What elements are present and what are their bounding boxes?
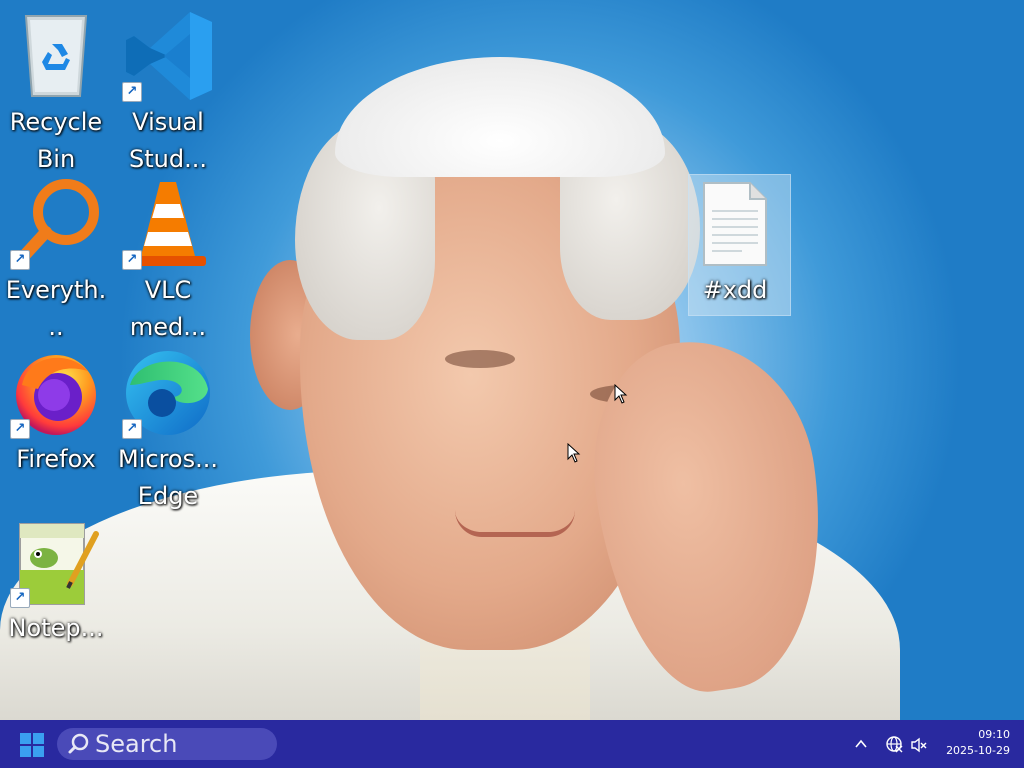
desktop[interactable]: Recycle Bin ↗ Visual Stud... ↗ Everyth..… bbox=[0, 0, 1024, 720]
desktop-icon-label: #xdd bbox=[702, 276, 768, 304]
desktop-icon-microsoft-edge[interactable]: ↗ Micros... Edge bbox=[114, 345, 222, 515]
search-placeholder: Search bbox=[95, 730, 178, 758]
taskbar-clock[interactable]: 09:10 2025-10-29 bbox=[930, 727, 1010, 759]
mouse-cursor-icon bbox=[567, 443, 581, 463]
mouse-cursor-icon bbox=[614, 384, 628, 404]
windows-logo-icon bbox=[20, 733, 31, 744]
everything-search-icon: ↗ bbox=[8, 176, 104, 272]
taskbar-search-box[interactable]: Search bbox=[57, 728, 277, 760]
shortcut-arrow-icon: ↗ bbox=[122, 250, 142, 270]
desktop-icon-recycle-bin[interactable]: Recycle Bin bbox=[2, 8, 110, 178]
vlc-icon: ↗ bbox=[120, 176, 216, 272]
network-icon[interactable] bbox=[885, 735, 903, 753]
recycle-bin-icon bbox=[8, 8, 104, 104]
wallpaper-mouth bbox=[455, 510, 575, 537]
wallpaper-cap bbox=[335, 57, 665, 177]
clock-time: 09:10 bbox=[978, 728, 1010, 741]
start-button[interactable] bbox=[20, 733, 44, 757]
desktop-icon-label: Micros... Edge bbox=[118, 445, 218, 510]
volume-muted-icon[interactable] bbox=[910, 736, 928, 754]
shortcut-arrow-icon: ↗ bbox=[122, 419, 142, 439]
shortcut-arrow-icon: ↗ bbox=[10, 250, 30, 270]
clock-date: 2025-10-29 bbox=[946, 744, 1010, 757]
desktop-icon-vlc[interactable]: ↗ VLC med... bbox=[114, 176, 222, 346]
desktop-icon-xdd-file[interactable]: #xdd bbox=[681, 176, 789, 309]
desktop-icon-label: Recycle Bin bbox=[9, 108, 103, 173]
desktop-icon-label: Everyth... bbox=[5, 276, 107, 341]
desktop-icon-label: VLC med... bbox=[129, 276, 207, 341]
notepad-plus-plus-icon: ↗ bbox=[8, 514, 104, 610]
edge-icon: ↗ bbox=[120, 345, 216, 441]
desktop-icon-visual-studio-code[interactable]: ↗ Visual Stud... bbox=[114, 8, 222, 178]
desktop-icon-label: Firefox bbox=[16, 445, 96, 473]
desktop-icon-notepad-plus-plus[interactable]: ↗ Notep... bbox=[2, 514, 110, 647]
text-file-icon bbox=[687, 176, 783, 272]
shortcut-arrow-icon: ↗ bbox=[10, 588, 30, 608]
vscode-icon: ↗ bbox=[120, 8, 216, 104]
wallpaper-eye-left bbox=[445, 350, 515, 368]
chevron-up-icon[interactable] bbox=[853, 736, 869, 752]
desktop-icon-label: Visual Stud... bbox=[129, 108, 207, 173]
shortcut-arrow-icon: ↗ bbox=[122, 82, 142, 102]
shortcut-arrow-icon: ↗ bbox=[10, 419, 30, 439]
desktop-icon-firefox[interactable]: ↗ Firefox bbox=[2, 345, 110, 478]
search-icon bbox=[68, 733, 89, 754]
desktop-icon-label: Notep... bbox=[8, 614, 104, 642]
firefox-icon: ↗ bbox=[8, 345, 104, 441]
desktop-icon-everything[interactable]: ↗ Everyth... bbox=[2, 176, 110, 346]
